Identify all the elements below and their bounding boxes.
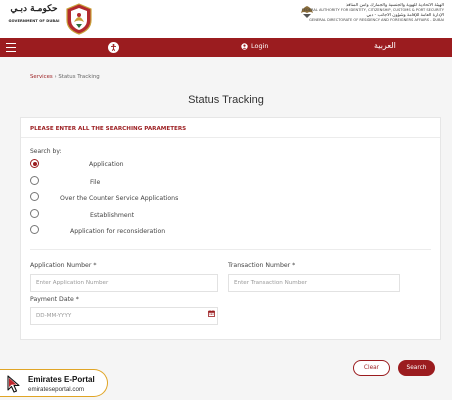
accessibility-icon[interactable] — [108, 42, 119, 53]
radio-file[interactable] — [30, 176, 39, 185]
gdrfa-line-4: GENERAL DIRECTORATE OF RESIDENCY AND FOR… — [309, 18, 444, 22]
dubai-emblem-icon — [66, 3, 92, 35]
watermark-title: Emirates E-Portal — [28, 375, 95, 384]
clear-button[interactable]: Clear — [353, 360, 390, 376]
radio-application[interactable] — [30, 159, 39, 168]
breadcrumb: Services › Status Tracking — [30, 74, 100, 80]
gov-logo-arabic: حكومـة دبـي — [10, 4, 58, 14]
main-navbar: Login العربية — [0, 38, 452, 57]
search-form-card: PLEASE ENTER ALL THE SEARCHING PARAMETER… — [20, 117, 441, 340]
payment-date-label: Payment Date * — [30, 296, 79, 303]
cursor-icon — [7, 375, 20, 393]
calendar-icon[interactable] — [208, 310, 215, 317]
gdrfa-logo[interactable]: الهيئة الاتحادية للهوية والجنسية والجمار… — [294, 3, 444, 23]
breadcrumb-current: Status Tracking — [58, 74, 100, 80]
government-of-dubai-logo[interactable]: حكومـة دبـي GOVERNMENT OF DUBAI — [8, 4, 60, 23]
option-application-label[interactable]: Application — [89, 161, 124, 168]
top-header: حكومـة دبـي GOVERNMENT OF DUBAI الهيئة ا… — [0, 0, 452, 38]
application-number-input[interactable] — [30, 274, 218, 292]
menu-icon[interactable] — [6, 43, 16, 52]
application-number-label: Application Number * — [30, 262, 97, 269]
watermark-url: emirateseportal.com — [28, 386, 85, 393]
transaction-number-input[interactable] — [228, 274, 400, 292]
language-switch[interactable]: العربية — [374, 41, 396, 50]
breadcrumb-separator: › — [54, 74, 57, 80]
breadcrumb-services[interactable]: Services — [30, 74, 53, 80]
payment-date-input[interactable] — [30, 307, 218, 325]
radio-over-the-counter[interactable] — [30, 192, 39, 201]
login-label: Login — [251, 42, 269, 50]
radio-establishment[interactable] — [30, 209, 39, 218]
option-establishment-label[interactable]: Establishment — [90, 212, 134, 219]
option-file-label[interactable]: File — [90, 179, 100, 186]
option-over-the-counter-label[interactable]: Over the Counter Service Applications — [60, 195, 178, 202]
form-heading: PLEASE ENTER ALL THE SEARCHING PARAMETER… — [30, 126, 187, 132]
transaction-number-label: Transaction Number * — [228, 262, 296, 269]
radio-reconsideration[interactable] — [30, 225, 39, 234]
section-divider — [30, 249, 431, 250]
login-link[interactable]: Login — [241, 42, 269, 50]
search-by-label: Search by: — [30, 148, 62, 155]
user-icon — [241, 42, 248, 50]
gov-logo-english: GOVERNMENT OF DUBAI — [8, 19, 60, 23]
page-title: Status Tracking — [188, 94, 264, 106]
option-reconsideration-label[interactable]: Application for reconsideration — [70, 228, 165, 235]
emirates-eportal-watermark: Emirates E-Portal emirateseportal.com — [0, 369, 108, 397]
search-button[interactable]: Search — [398, 360, 435, 376]
heading-divider — [21, 137, 440, 138]
